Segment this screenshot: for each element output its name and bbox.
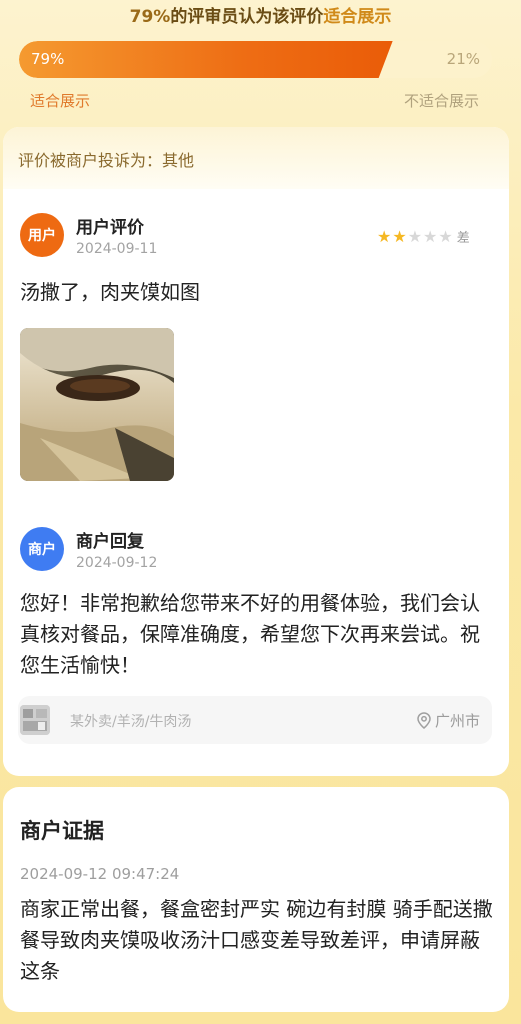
- vote-no-percent: 21%: [446, 50, 480, 68]
- evidence-title: 商户证据: [20, 819, 104, 843]
- vote-title-highlight: 适合展示: [323, 7, 392, 27]
- vote-title-percent: 79%: [129, 7, 171, 27]
- shop-location-text: 广州市: [434, 712, 480, 730]
- review-card: 评价被商户投诉为：其他 用户 用户评价 2024-09-11 ★ ★ ★ ★ ★…: [3, 127, 509, 776]
- shop-location: 广州市: [417, 710, 480, 731]
- star-icon: ★: [423, 226, 438, 246]
- vote-no-label: 不适合展示: [403, 92, 479, 110]
- star-icon: ★: [377, 226, 392, 246]
- merchant-reply-text: 您好！非常抱歉给您带来不好的用餐体验，我们会认真核对餐品，保障准确度，希望您下次…: [20, 591, 480, 677]
- user-review-name: 用户评价: [76, 218, 144, 238]
- review-photo[interactable]: [20, 328, 174, 481]
- location-pin-icon: [417, 712, 431, 729]
- shop-thumbnail: [20, 705, 50, 735]
- vote-yes-percent: 79%: [31, 50, 65, 68]
- review-vote-title: 79%的评审员认为该评价适合展示: [0, 2, 521, 28]
- shop-info-bar[interactable]: 某外卖/羊汤/牛肉汤 广州市: [18, 696, 492, 744]
- star-rating: ★ ★ ★ ★ ★ 差: [377, 227, 470, 246]
- star-icon: ★: [438, 226, 453, 246]
- star-icon: ★: [407, 226, 423, 246]
- merchant-evidence-card: 商户证据 2024-09-12 09:47:24 商家正常出餐，餐盒密封严实 碗…: [3, 787, 509, 1012]
- vote-progress-fill: [19, 41, 393, 78]
- user-review-text: 汤撒了，肉夹馍如图: [20, 280, 200, 304]
- merchant-reply-name: 商户回复: [76, 532, 144, 552]
- vote-title-text: 的评审员认为该评价: [170, 7, 324, 27]
- complaint-banner: 评价被商户投诉为：其他: [3, 127, 509, 189]
- vote-progress-bar: 79% 21%: [19, 41, 492, 78]
- merchant-avatar: 商户: [20, 527, 64, 571]
- review-photo-image: [20, 328, 174, 481]
- evidence-datetime: 2024-09-12 09:47:24: [20, 865, 180, 883]
- merchant-reply-date: 2024-09-12: [76, 555, 158, 571]
- star-icon: ★: [392, 226, 407, 246]
- complaint-reason: 评价被商户投诉为：其他: [18, 151, 195, 170]
- user-avatar: 用户: [20, 213, 64, 257]
- shop-category: 某外卖/羊汤/牛肉汤: [70, 714, 192, 730]
- user-review-date: 2024-09-11: [76, 241, 158, 257]
- rating-word: 差: [456, 231, 470, 246]
- evidence-text: 商家正常出餐，餐盒密封严实 碗边有封膜 骑手配送撒餐导致肉夹馍吸收汤汁口感变差导…: [20, 897, 493, 983]
- vote-yes-label: 适合展示: [30, 92, 91, 110]
